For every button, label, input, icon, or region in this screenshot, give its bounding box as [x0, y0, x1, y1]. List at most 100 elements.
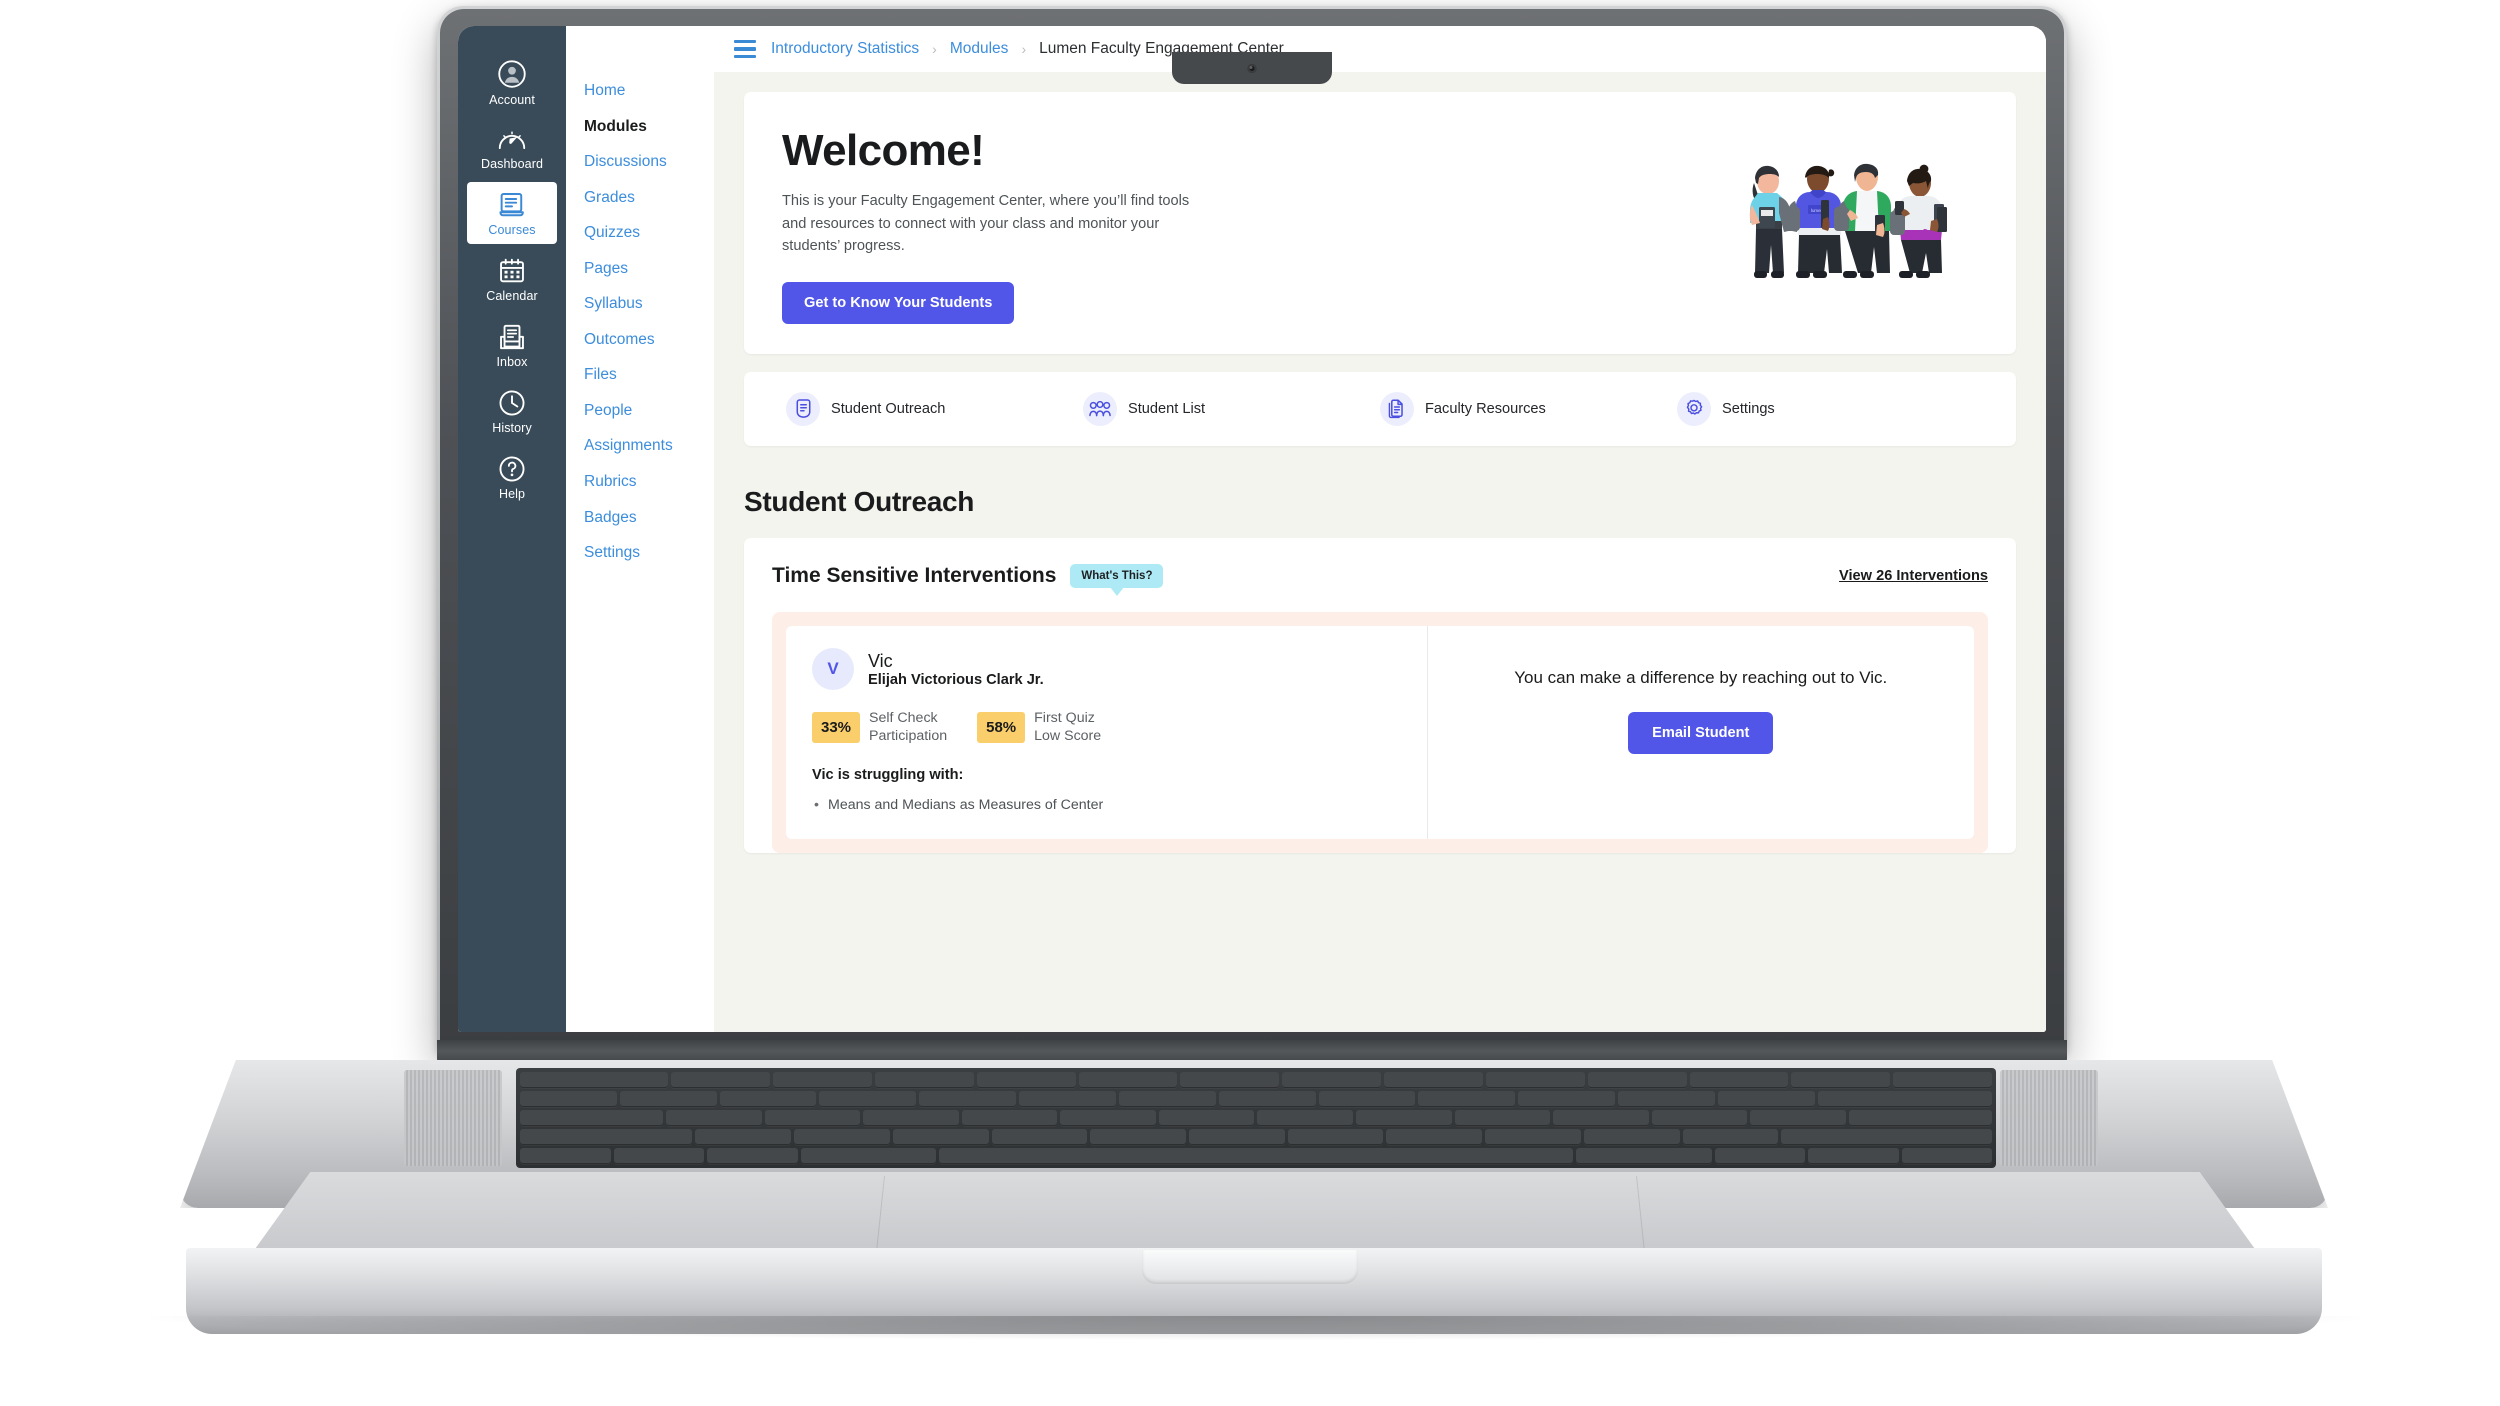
keyboard-row	[520, 1148, 1992, 1164]
laptop-hinge	[437, 1040, 2067, 1062]
welcome-hero-text: Welcome! This is your Faculty Engagement…	[782, 126, 1202, 324]
gear-icon	[1677, 391, 1711, 426]
laptop-front-notch	[1142, 1250, 1358, 1284]
struggling-heading: Vic is struggling with:	[812, 767, 964, 784]
quick-link-label: Settings	[1722, 400, 1775, 417]
email-student-button[interactable]: Email Student	[1628, 712, 1774, 755]
course-nav-item-assignments[interactable]: Assignments	[584, 437, 714, 454]
quick-link-student-list[interactable]: Student List	[1083, 391, 1380, 426]
main-content: Introductory Statistics › Modules › Lume…	[714, 26, 2046, 1032]
list-item: Means and Medians as Measures of Center	[812, 795, 1401, 817]
quick-link-faculty-resources[interactable]: Faculty Resources	[1380, 391, 1677, 426]
dashboard-gauge-icon	[497, 127, 527, 153]
status-badge: 33%	[812, 712, 861, 744]
canvas-global-nav: Account Dashboard Courses Calendar Inbox…	[458, 26, 566, 1032]
content-scroll-area[interactable]: Welcome! This is your Faculty Engagement…	[714, 72, 2046, 1032]
course-nav-item-home[interactable]: Home	[584, 82, 714, 99]
help-question-icon	[498, 455, 526, 483]
course-nav-item-discussions[interactable]: Discussions	[584, 153, 714, 170]
global-nav-item-courses[interactable]: Courses	[467, 182, 557, 244]
courses-book-icon	[497, 191, 527, 219]
hamburger-menu-icon[interactable]	[732, 38, 758, 60]
welcome-description: This is your Faculty Engagement Center, …	[782, 193, 1190, 255]
account-circle-icon	[497, 59, 527, 89]
course-nav-item-modules[interactable]: Modules	[584, 118, 714, 135]
keyboard-row	[520, 1110, 1992, 1126]
encouragement-text: You can make a difference by reaching ou…	[1514, 667, 1888, 687]
global-nav-item-account[interactable]: Account	[467, 50, 557, 114]
webcam-icon	[1247, 64, 1257, 73]
avatar: V	[812, 647, 854, 690]
quick-link-settings[interactable]: Settings	[1677, 391, 1974, 426]
inbox-tray-icon	[498, 323, 526, 351]
course-nav-item-people[interactable]: People	[584, 402, 714, 419]
time-sensitive-interventions-card: Time Sensitive Interventions What's This…	[744, 537, 2016, 853]
laptop-keyboard	[516, 1068, 1996, 1168]
course-nav-item-pages[interactable]: Pages	[584, 260, 714, 277]
student-nickname: Vic	[868, 650, 893, 671]
get-to-know-your-students-button[interactable]: Get to Know Your Students	[782, 281, 1015, 324]
course-nav-item-badges[interactable]: Badges	[584, 509, 714, 526]
four-students-illustration: lumen	[1728, 145, 1978, 305]
course-nav-item-grades[interactable]: Grades	[584, 189, 714, 206]
global-nav-label: Account	[489, 93, 535, 107]
breadcrumb-item-modules[interactable]: Modules	[950, 40, 1009, 58]
student-stats: 33% Self Check Participation 58% First Q…	[812, 710, 1401, 746]
people-group-icon	[1083, 391, 1117, 426]
breadcrumb-separator: ›	[932, 41, 937, 57]
intervention-student-card: V Vic Elijah Victorious Clark Jr. 33% Se…	[786, 625, 1974, 839]
history-clock-icon	[498, 389, 526, 417]
global-nav-item-history[interactable]: History	[467, 380, 557, 442]
struggling-topics-list: Means and Medians as Measures of Center	[812, 795, 1401, 817]
global-nav-label: Courses	[488, 223, 536, 237]
status-badge: 58%	[977, 712, 1026, 744]
speaker-grille-right	[2000, 1070, 2098, 1166]
global-nav-item-inbox[interactable]: Inbox	[467, 314, 557, 376]
global-nav-item-help[interactable]: Help	[467, 446, 557, 508]
outreach-document-icon	[786, 391, 820, 426]
global-nav-label: History	[492, 421, 532, 435]
student-action-panel: You can make a difference by reaching ou…	[1428, 626, 1974, 839]
quick-link-label: Faculty Resources	[1425, 400, 1546, 417]
view-interventions-link[interactable]: View 26 Interventions	[1839, 568, 1988, 584]
course-nav-item-rubrics[interactable]: Rubrics	[584, 473, 714, 490]
whats-this-tooltip-badge[interactable]: What's This?	[1070, 563, 1164, 588]
quick-link-student-outreach[interactable]: Student Outreach	[786, 391, 1083, 426]
quick-links-bar: Student Outreach Student List Faculty Re…	[744, 371, 2016, 446]
page-title: Welcome!	[782, 126, 985, 175]
stat-label-line1: First Quiz	[1034, 709, 1095, 726]
global-nav-label: Calendar	[486, 289, 538, 303]
welcome-hero-card: Welcome! This is your Faculty Engagement…	[744, 92, 2016, 354]
global-nav-item-dashboard[interactable]: Dashboard	[467, 118, 557, 178]
breadcrumb-item-course[interactable]: Introductory Statistics	[771, 40, 919, 58]
course-nav-item-settings[interactable]: Settings	[584, 544, 714, 561]
stat-label-line2: Low Score	[1034, 727, 1102, 744]
webcam-notch	[1172, 52, 1332, 84]
global-nav-item-calendar[interactable]: Calendar	[467, 248, 557, 310]
laptop-screen: Account Dashboard Courses Calendar Inbox…	[458, 26, 2046, 1032]
keyboard-row	[520, 1129, 1992, 1145]
quick-link-label: Student Outreach	[831, 400, 946, 417]
screenshot-stage: Account Dashboard Courses Calendar Inbox…	[0, 0, 2500, 1406]
course-nav-item-quizzes[interactable]: Quizzes	[584, 224, 714, 241]
course-nav: Home Modules Discussions Grades Quizzes …	[566, 26, 714, 1032]
course-nav-item-syllabus[interactable]: Syllabus	[584, 295, 714, 312]
stat-label-line2: Participation	[869, 727, 948, 744]
interventions-title: Time Sensitive Interventions	[772, 563, 1057, 587]
quick-link-label: Student List	[1128, 400, 1206, 417]
interventions-header: Time Sensitive Interventions What's This…	[772, 563, 1988, 588]
student-identity: V Vic Elijah Victorious Clark Jr.	[812, 647, 1401, 690]
stat-label-line1: Self Check	[869, 709, 938, 726]
stat-self-check-participation: 33% Self Check Participation	[812, 710, 947, 746]
student-details: V Vic Elijah Victorious Clark Jr. 33% Se…	[786, 626, 1427, 839]
course-nav-item-outcomes[interactable]: Outcomes	[584, 331, 714, 348]
course-nav-item-files[interactable]: Files	[584, 366, 714, 383]
global-nav-label: Dashboard	[480, 157, 544, 171]
global-nav-label: Help	[498, 487, 526, 501]
breadcrumb-bar: Introductory Statistics › Modules › Lume…	[714, 26, 2046, 72]
breadcrumb-separator: ›	[1021, 41, 1027, 57]
speaker-grille-left	[404, 1070, 502, 1166]
calendar-icon	[498, 257, 526, 285]
keyboard-row	[520, 1072, 1992, 1088]
documents-stack-icon	[1380, 391, 1414, 426]
